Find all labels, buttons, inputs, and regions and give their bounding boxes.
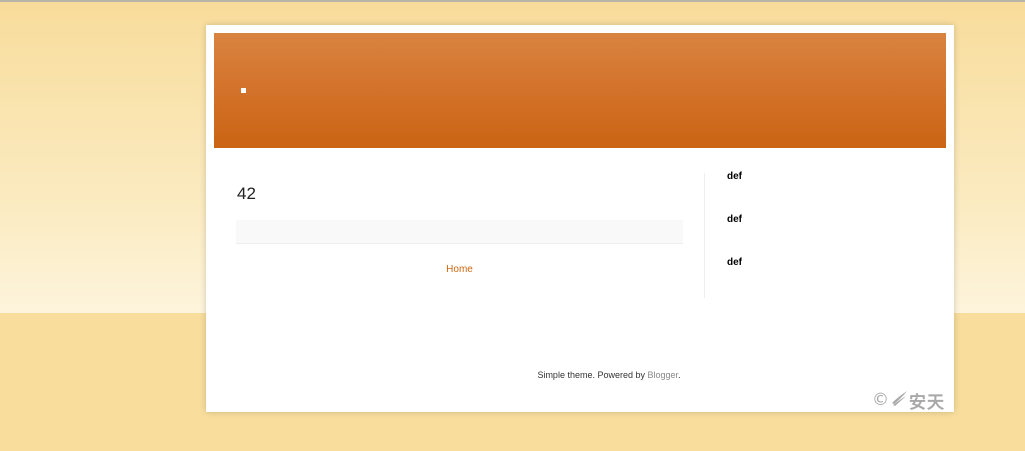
- attribution-suffix: .: [678, 370, 681, 380]
- sidebar-widget-title: def: [727, 214, 742, 225]
- watermark-text: 安天: [909, 392, 945, 413]
- sidebar-divider: [704, 173, 705, 298]
- blog-title-link[interactable]: [241, 88, 246, 93]
- blog-content-outer: 42 Home def def def Simple theme. Powere…: [206, 25, 954, 413]
- attribution-prefix: Simple theme. Powered by: [537, 370, 648, 380]
- sidebar-widget-title: def: [727, 171, 742, 182]
- blog-header: [214, 33, 946, 148]
- blogger-link[interactable]: Blogger: [648, 370, 679, 380]
- watermark: © 安天: [872, 389, 945, 413]
- post-footer-bar: [236, 220, 683, 244]
- home-link[interactable]: Home: [236, 264, 683, 275]
- footer-attribution: Simple theme. Powered by Blogger.: [206, 370, 954, 380]
- copyright-symbol: ©: [872, 389, 889, 410]
- wing-logo-icon: [890, 389, 908, 411]
- post-title: 42: [237, 184, 256, 203]
- sidebar-widget-title: def: [727, 257, 742, 268]
